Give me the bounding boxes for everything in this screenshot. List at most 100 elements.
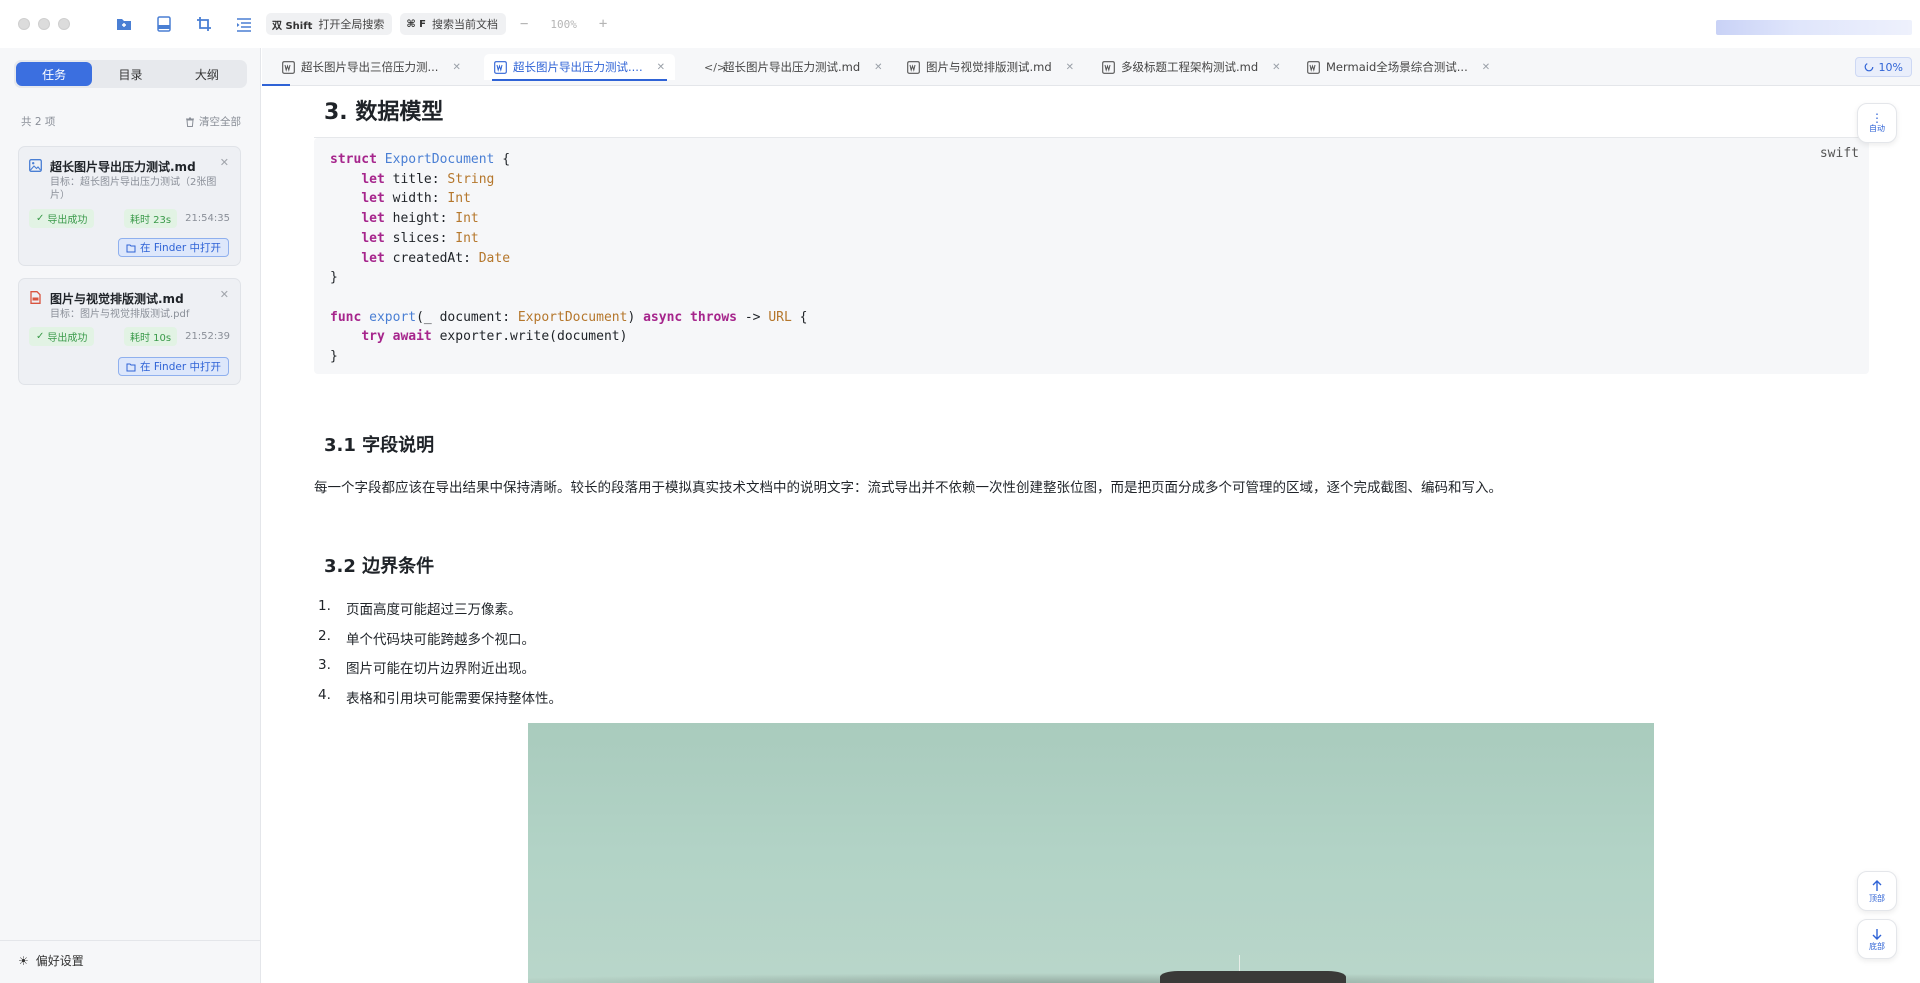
check-icon: ✓ xyxy=(36,331,45,342)
zoom-window-button[interactable] xyxy=(58,18,70,30)
task-card: 图片与视觉排版测试.md ✕ 目标：图片与视觉排版测试.pdf ✓ 导出成功 耗… xyxy=(18,278,241,385)
global-search-shortcut[interactable]: 双 Shift 打开全局搜索 xyxy=(266,13,393,35)
document-tab-bar: 超长图片导出三倍压力测... ✕ 超长图片导出压力测试.... ✕ </> 超长… xyxy=(262,48,1920,86)
scroll-to-bottom-button[interactable]: 底部 xyxy=(1857,919,1897,959)
word-file-icon xyxy=(494,60,507,74)
clear-all-button[interactable]: 清空全部 xyxy=(185,114,241,129)
image-mast xyxy=(1239,955,1240,971)
tab-label: 超长图片导出压力测试.... xyxy=(513,60,643,74)
open-folder-button[interactable] xyxy=(114,14,134,34)
shortcut-label: 搜索当前文档 xyxy=(431,18,498,31)
ordered-list: 1. 页面高度可能超过三万像素。 2. 单个代码块可能跨越多个视口。 3. 图片可能在… xyxy=(318,598,562,716)
task-count-row: 共 2 项 清空全部 xyxy=(21,114,241,129)
document-preview[interactable]: 3. 数据模型 swift struct ExportDocument { le… xyxy=(262,86,1920,983)
divider xyxy=(0,940,260,941)
task-meta: ✓ 导出成功 耗时 10s 21:52:39 xyxy=(29,327,230,346)
tab-tasks[interactable]: 任务 xyxy=(16,62,93,86)
arrow-down-icon xyxy=(1872,928,1882,940)
zoom-out-button[interactable]: − xyxy=(520,16,528,32)
task-meta: ✓ 导出成功 耗时 23s 21:54:35 xyxy=(29,209,230,228)
status-label: 导出成功 xyxy=(47,215,88,226)
minimize-window-button[interactable] xyxy=(38,18,50,30)
export-progress-badge: 10% xyxy=(1854,57,1912,77)
bottom-label: 底部 xyxy=(1869,941,1885,951)
document-tab[interactable]: 图片与视觉排版测试.md ✕ xyxy=(907,54,1074,80)
folder-icon xyxy=(117,19,131,30)
crop-button[interactable] xyxy=(194,14,214,34)
close-tab-icon[interactable]: ✕ xyxy=(452,62,460,73)
task-time: 21:54:35 xyxy=(185,213,230,224)
outline-toggle-button[interactable] xyxy=(234,14,254,34)
code-language-label: swift xyxy=(1819,146,1859,161)
close-window-button[interactable] xyxy=(18,18,30,30)
menu-indent-icon xyxy=(237,18,251,32)
arrow-up-icon xyxy=(1872,879,1882,891)
export-progress-strip xyxy=(1716,20,1912,35)
word-file-icon xyxy=(1102,60,1115,74)
doc-search-shortcut[interactable]: ⌘ F 搜索当前文档 xyxy=(400,13,506,35)
crop-icon xyxy=(197,17,211,31)
task-target: 目标：图片与视觉排版测试.pdf xyxy=(50,309,190,320)
close-tab-icon[interactable]: ✕ xyxy=(657,62,665,73)
open-in-finder-button[interactable]: 在 Finder 中打开 xyxy=(118,357,229,376)
progress-percent: 10% xyxy=(1878,60,1903,74)
pdf-file-icon xyxy=(30,291,41,304)
spinner-icon xyxy=(1864,62,1873,72)
duration-badge: 耗时 23s xyxy=(123,209,178,228)
title-bar: 双 Shift 打开全局搜索 ⌘ F 搜索当前文档 − 100% + xyxy=(0,0,1920,48)
tab-toc[interactable]: 目录 xyxy=(92,62,168,86)
task-time: 21:52:39 xyxy=(185,331,230,342)
tab-label: Mermaid全场景综合测试... xyxy=(1326,60,1468,74)
status-label: 导出成功 xyxy=(47,333,88,344)
list-item: 1. 页面高度可能超过三万像素。 xyxy=(318,598,522,618)
document-tab[interactable]: </> 超长图片导出压力测试.md ✕ xyxy=(704,54,883,80)
sidebar: 任务 目录 大纲 共 2 项 清空全部 超长图片导出压力测试.md ✕ 目标：超… xyxy=(0,48,261,983)
auto-scroll-button[interactable]: ⋮ 自动 xyxy=(1857,103,1897,143)
sun-icon: ☀ xyxy=(18,953,29,968)
document-tab[interactable]: 超长图片导出三倍压力测... ✕ xyxy=(282,54,461,80)
word-file-icon xyxy=(282,60,295,74)
tab-outline[interactable]: 大纲 xyxy=(169,62,245,86)
subsection-heading: 3.2 边界条件 xyxy=(324,556,435,577)
duration-badge: 耗时 10s xyxy=(123,327,178,346)
open-in-finder-button[interactable]: 在 Finder 中打开 xyxy=(118,238,229,257)
folder-icon xyxy=(126,363,136,371)
code-content: struct ExportDocument { let title: Strin… xyxy=(330,152,808,365)
task-file-name: 超长图片导出压力测试.md xyxy=(50,160,196,174)
subsection-heading: 3.1 字段说明 xyxy=(324,435,435,456)
document-tab-active[interactable]: 超长图片导出压力测试.... ✕ xyxy=(484,54,676,81)
document-tab[interactable]: Mermaid全场景综合测试... ✕ xyxy=(1307,54,1490,80)
document-tab[interactable]: 多级标题工程架构测试.md ✕ xyxy=(1102,54,1281,80)
open-in-finder-label: 在 Finder 中打开 xyxy=(140,242,221,254)
remove-task-button[interactable]: ✕ xyxy=(220,288,229,301)
auto-label: 自动 xyxy=(1869,123,1885,133)
export-pdf-button[interactable] xyxy=(154,14,174,34)
top-label: 顶部 xyxy=(1869,893,1885,903)
zoom-controls: − 100% + xyxy=(520,16,607,32)
image-file-icon xyxy=(29,159,42,172)
list-item: 3. 图片可能在切片边界附近出现。 xyxy=(318,657,535,677)
paragraph: 每一个字段都应该在导出结果中保持清晰。较长的段落用于模拟真实技术文档中的说明文字… xyxy=(314,480,1502,496)
task-file-name: 图片与视觉排版测试.md xyxy=(50,292,184,306)
more-vertical-icon: ⋮ xyxy=(1871,110,1883,125)
close-tab-icon[interactable]: ✕ xyxy=(1066,62,1074,73)
task-target: 目标：超长图片导出压力测试（2张图片） xyxy=(50,177,217,201)
image-shadow xyxy=(528,973,1654,983)
tab-label: 超长图片导出压力测试.md xyxy=(723,60,861,74)
tab-label: 多级标题工程架构测试.md xyxy=(1121,60,1259,74)
close-tab-icon[interactable]: ✕ xyxy=(1482,62,1490,73)
tab-label: 超长图片导出三倍压力测... xyxy=(301,60,439,74)
scroll-to-top-button[interactable]: 顶部 xyxy=(1857,871,1897,911)
zoom-in-button[interactable]: + xyxy=(599,16,607,32)
remove-task-button[interactable]: ✕ xyxy=(220,156,229,169)
window-controls xyxy=(18,18,70,30)
image-building xyxy=(1160,971,1346,983)
folder-icon xyxy=(126,244,136,252)
task-count: 共 2 项 xyxy=(21,116,56,128)
close-tab-icon[interactable]: ✕ xyxy=(1272,62,1280,73)
tab-label: 图片与视觉排版测试.md xyxy=(926,60,1052,74)
zoom-level: 100% xyxy=(550,17,577,31)
close-tab-icon[interactable]: ✕ xyxy=(874,62,882,73)
preferences-button[interactable]: ☀ 偏好设置 xyxy=(18,952,84,969)
shortcut-label: 打开全局搜索 xyxy=(318,18,385,31)
